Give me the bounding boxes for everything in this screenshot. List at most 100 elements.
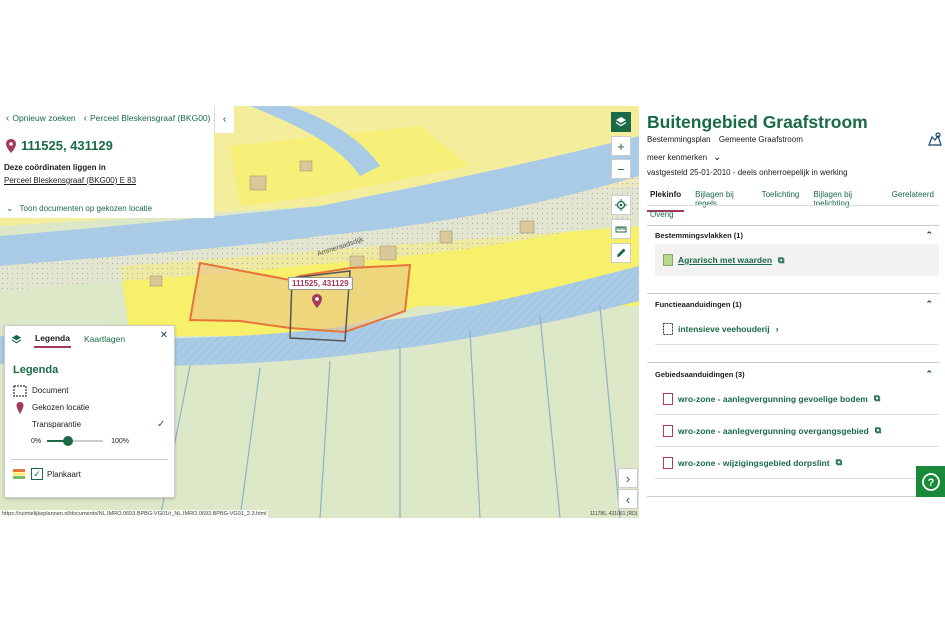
- section-divider: [647, 362, 939, 363]
- draw-button[interactable]: [611, 243, 631, 263]
- legend-item-document: Document: [5, 382, 174, 399]
- layers-icon: [11, 334, 22, 343]
- previous-button[interactable]: ‹: [618, 489, 638, 509]
- location-pin-icon: [16, 401, 24, 414]
- location-pin-icon: [6, 138, 16, 153]
- item-label: wro-zone - aanlegvergunning overgangsgeb…: [678, 425, 869, 436]
- legend-document-label: Document: [32, 386, 69, 395]
- location-coords: 111525, 431129: [21, 138, 113, 153]
- chevron-right-icon: ›: [775, 323, 779, 334]
- chevron-up-icon: ⌃: [925, 368, 933, 379]
- close-icon[interactable]: ✕: [160, 330, 168, 341]
- map-pin-overview-icon[interactable]: [928, 132, 942, 146]
- legend-tabs: Legenda Kaartlagen: [5, 326, 174, 352]
- layers-icon: [615, 117, 627, 127]
- crosshair-icon: [615, 199, 627, 211]
- ruler-icon: [615, 226, 627, 233]
- item-label: Agrarisch met waarden: [678, 255, 773, 265]
- tab-bijlagen-regels[interactable]: Bijlagen bij regels: [692, 189, 750, 212]
- document-outline-icon: [13, 384, 27, 397]
- chevron-left-icon: ‹: [625, 491, 631, 507]
- map-pin-icon[interactable]: [312, 294, 322, 308]
- section-header[interactable]: Functieaanduidingen (1) ⌃: [647, 295, 939, 313]
- item-label: wro-zone - wijzigingsgebied dorpslint: [678, 457, 830, 468]
- chevron-right-icon: ›: [625, 470, 631, 486]
- gebied-swatch: [663, 424, 673, 437]
- gebied-swatch: [663, 456, 673, 469]
- legend-plankaart-row: ✓ Plankaart: [5, 460, 174, 480]
- section-gebiedsaanduidingen: Gebiedsaanduidingen (3) ⌃ wro-zone - aan…: [647, 365, 939, 479]
- item-label: intensieve veehouderij: [678, 323, 770, 334]
- tab-toelichting[interactable]: Toelichting: [759, 189, 803, 212]
- section-divider: [647, 293, 939, 294]
- zoom-in-button[interactable]: +: [611, 136, 631, 156]
- collapse-panel-button[interactable]: ‹: [214, 106, 234, 133]
- section-header[interactable]: Gebiedsaanduidingen (3) ⌃: [647, 365, 939, 383]
- help-icon: ?: [921, 472, 940, 491]
- list-item[interactable]: intensieve veehouderij ›: [655, 313, 939, 345]
- tab-plekinfo[interactable]: Plekinfo: [647, 189, 685, 212]
- toon-documenten-toggle[interactable]: ⌄ Toon documenten op gekozen locatie: [0, 198, 214, 218]
- plankaart-checkbox[interactable]: ✓: [31, 468, 43, 480]
- plan-status: vastgesteld 25-01-2010 - deels onherroep…: [647, 168, 848, 177]
- meer-kenmerken-label: meer kenmerken: [647, 153, 708, 162]
- legend-item-gekozen: Gekozen locatie: [5, 399, 174, 416]
- transparency-slider[interactable]: [47, 436, 104, 446]
- layers-button[interactable]: [611, 112, 631, 132]
- checkmark-icon: ✓: [157, 419, 166, 430]
- minus-icon: −: [617, 161, 625, 177]
- perceel-link[interactable]: Perceel Bleskensgraaf (BKG00) E 83: [0, 172, 214, 185]
- measure-button[interactable]: [611, 219, 631, 239]
- slider-max-label: 100%: [111, 437, 130, 445]
- dashed-outline-icon: [663, 322, 673, 335]
- list-item[interactable]: wro-zone - aanlegvergunning overgangsgeb…: [655, 415, 939, 447]
- toon-documenten-label: Toon documenten op gekozen locatie: [19, 203, 153, 213]
- chevron-left-icon: ‹: [6, 112, 10, 124]
- bestemming-swatch: [663, 254, 673, 266]
- checkmark-icon: ✓: [33, 468, 41, 479]
- slider-min-label: 0%: [31, 437, 42, 445]
- map-coordinate-label: 111525, 431129: [288, 277, 353, 290]
- legend-gekozen-label: Gekozen locatie: [32, 403, 90, 412]
- tab-legenda[interactable]: Legenda: [34, 331, 71, 348]
- plankaart-icon: [13, 469, 25, 479]
- list-item[interactable]: wro-zone - aanlegvergunning gevoelige bo…: [655, 383, 939, 415]
- legend-item-transparantie: Transparantie ✓: [5, 416, 174, 433]
- tab-kaartlagen[interactable]: Kaartlagen: [83, 332, 126, 347]
- chevron-up-icon: ⌃: [925, 229, 933, 240]
- external-link-icon: ⧉: [873, 393, 881, 403]
- legend-panel: Legenda Kaartlagen ✕ Legenda Document Ge…: [4, 325, 175, 498]
- plus-icon: +: [617, 138, 625, 154]
- external-link-icon: ⧉: [835, 457, 843, 467]
- section-body: wro-zone - aanlegvergunning gevoelige bo…: [655, 383, 939, 479]
- help-button[interactable]: ?: [916, 466, 945, 497]
- svg-text:?: ?: [927, 477, 934, 489]
- external-link-icon: ⧉: [778, 254, 785, 265]
- pencil-icon: [617, 248, 626, 257]
- rd-coordinates: 111786, 431061 (RD): [590, 511, 638, 517]
- list-item[interactable]: wro-zone - wijzigingsgebied dorpslint ⧉: [655, 447, 939, 479]
- meer-kenmerken-toggle[interactable]: meer kenmerken ⌄: [647, 152, 721, 163]
- plan-municipality: Gemeente Graafstroom: [718, 135, 803, 144]
- list-item[interactable]: Agrarisch met waarden ⧉: [655, 244, 939, 276]
- tab-bijlagen-toelichting[interactable]: Bijlagen bij toelichting: [810, 189, 880, 212]
- breadcrumb-perceel-label: Perceel Bleskensgraaf (BKG00) ...: [90, 113, 220, 123]
- tabs-divider: [647, 205, 939, 206]
- section-body: intensieve veehouderij ›: [655, 313, 939, 345]
- breadcrumb: ‹ Opnieuw zoeken ‹ Perceel Bleskensgraaf…: [0, 106, 220, 130]
- breadcrumb-perceel[interactable]: ‹ Perceel Bleskensgraaf (BKG00) ...: [84, 113, 220, 124]
- zoom-out-button[interactable]: −: [611, 159, 631, 179]
- tab-gerelateerd[interactable]: Gerelateerd: [889, 189, 937, 212]
- legend-transparantie-label: Transparantie: [32, 420, 82, 429]
- section-functieaanduidingen: Functieaanduidingen (1) ⌃ intensieve vee…: [647, 295, 939, 345]
- gebied-swatch: [663, 392, 673, 405]
- breadcrumb-back-label: Opnieuw zoeken: [12, 113, 76, 123]
- locate-button[interactable]: [611, 195, 631, 215]
- section-header[interactable]: Bestemmingsvlakken (1) ⌃: [647, 226, 939, 244]
- slider-knob[interactable]: [63, 436, 74, 446]
- tab-overig[interactable]: Overig: [647, 210, 677, 219]
- breadcrumb-back[interactable]: ‹ Opnieuw zoeken: [6, 113, 76, 124]
- next-button[interactable]: ›: [618, 468, 638, 488]
- plan-details-panel: Buitengebied Graafstroom Bestemmingsplan…: [639, 106, 945, 518]
- chevron-up-icon: ⌃: [925, 298, 933, 309]
